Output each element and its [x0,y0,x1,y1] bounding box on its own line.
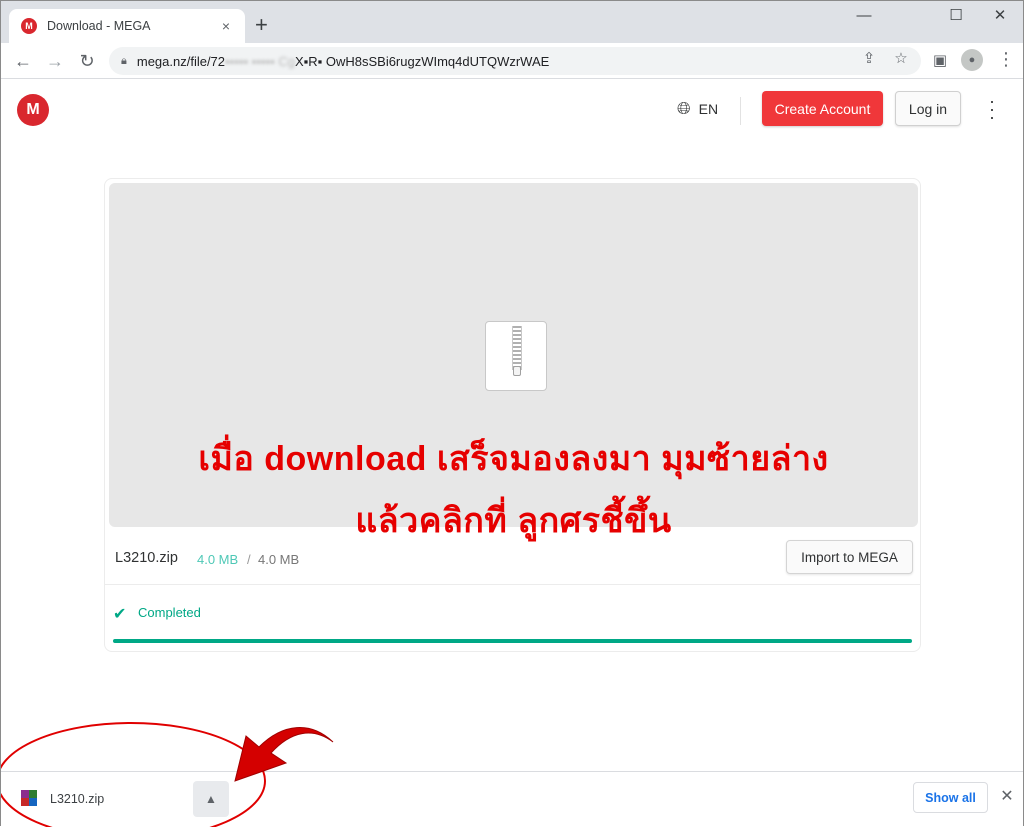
browser-window: M Download - MEGA × + — ☐ ✕ ← → ↻ 🔒︎ meg… [0,0,1024,827]
annotation-overlay [1,722,334,827]
highlight-ellipse [1,722,266,827]
pointer-arrow-icon [234,727,334,782]
